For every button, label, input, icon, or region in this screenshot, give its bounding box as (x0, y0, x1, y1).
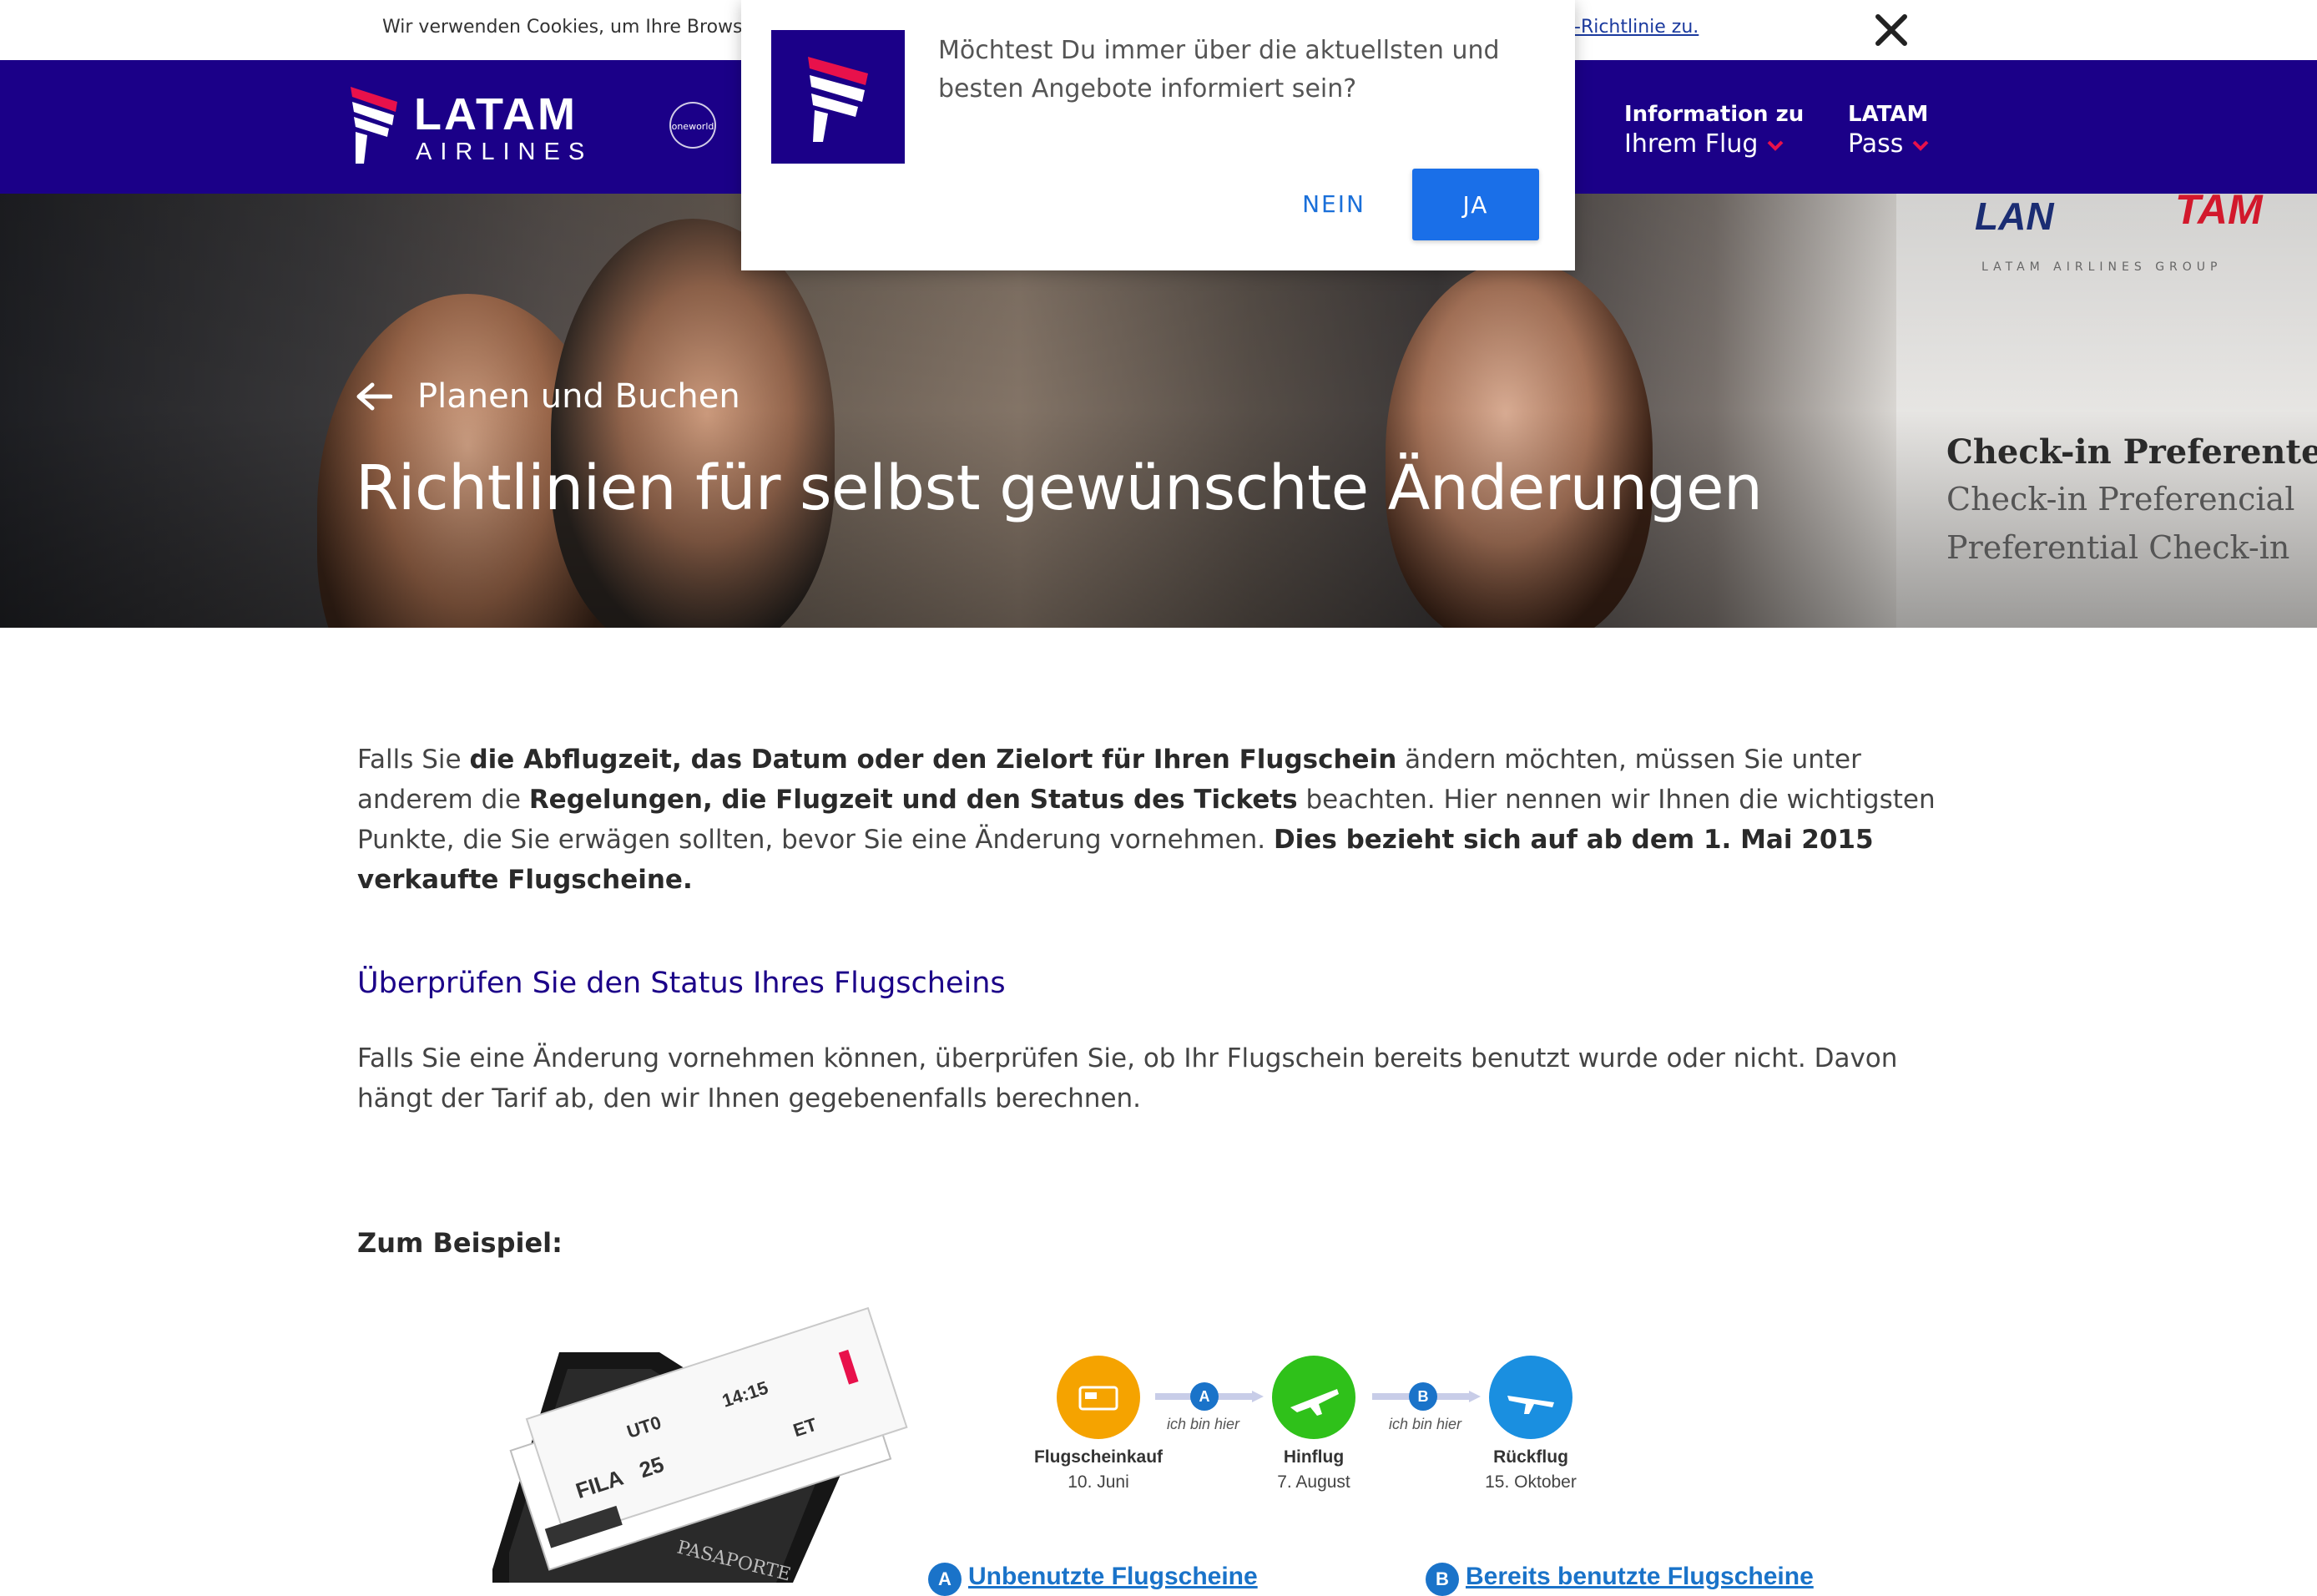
nav-flight-info[interactable]: Information zu Ihrem Flug (1624, 100, 1804, 160)
hero-sign-line: Check-in Preferencial (1946, 481, 2295, 518)
intro-bold: die Abflugzeit, das Datum oder den Zielo… (469, 745, 1397, 775)
hero-sign-line: Check-in Preferente (1946, 432, 2317, 472)
ticket-text: 25 (636, 1452, 667, 1482)
step-date: 15. Oktober (1485, 1472, 1577, 1492)
hero-sign-line: Preferential Check-in (1946, 529, 2290, 566)
close-icon[interactable] (1870, 8, 1913, 52)
ticket-text: ET (790, 1414, 820, 1442)
step-circle-fill (1057, 1356, 1140, 1439)
connector-note: ich bin hier (1389, 1416, 1462, 1432)
arrow-right-icon (1155, 1391, 1264, 1402)
step-label: Hinflug (1283, 1447, 1345, 1467)
step-return-flight-icon (1489, 1356, 1572, 1439)
nav-flight-info-line2: Ihrem Flug (1624, 129, 1759, 159)
step-outbound-flight-icon (1272, 1356, 1355, 1439)
arrow-right-icon (1372, 1391, 1481, 1402)
step-ticket-purchase-icon (1057, 1356, 1140, 1439)
connector-badge: B (1409, 1382, 1437, 1411)
decline-button[interactable]: NEIN (1265, 169, 1402, 239)
step-date: 10. Juni (1068, 1472, 1129, 1492)
legend-badge: A (928, 1563, 962, 1596)
nav-latam-pass-line1: LATAM (1848, 102, 1929, 127)
page-title: Richtlinien für selbst gewünschte Änderu… (356, 452, 1763, 524)
legend-used-tickets: Bereits benutzte Flugscheine (1466, 1563, 1814, 1590)
legend-badge: B (1426, 1563, 1459, 1596)
intro-text: Falls Sie (357, 745, 470, 775)
passport-text: PASAPORTE (675, 1538, 793, 1583)
nav-latam-pass[interactable]: LATAM Pass (1848, 100, 1930, 160)
breadcrumb[interactable]: Planen und Buchen (356, 377, 740, 416)
connector-note: ich bin hier (1167, 1416, 1240, 1432)
latam-logo-icon (351, 87, 397, 164)
legend-unused-tickets: Unbenutzte Flugscheine (968, 1563, 1258, 1590)
step-circle-fill (1272, 1356, 1355, 1439)
latam-logo-icon (771, 30, 905, 164)
ticket-text: 14:15 (719, 1377, 770, 1412)
step-date: 7. August (1277, 1472, 1350, 1492)
cookie-policy-link[interactable]: -Richtlinie zu. (1574, 17, 1699, 38)
nav-flight-info-line1: Information zu (1624, 102, 1805, 127)
example-label: Zum Beispiel: (357, 1227, 563, 1259)
arrow-left-icon (356, 382, 392, 411)
hero-sign-lan: LAN (1975, 194, 2054, 238)
logo-wordmark: LATAM (414, 89, 578, 139)
step-circle-fill (1489, 1356, 1572, 1439)
nav-latam-pass-line2: Pass (1848, 129, 1904, 159)
ticket-text: UT0 (624, 1412, 664, 1442)
section-heading: Überprüfen Sie den Status Ihres Flugsche… (357, 967, 1006, 1000)
accept-button[interactable]: JA (1412, 169, 1539, 240)
chevron-down-icon (1912, 140, 1929, 151)
cookie-banner-text: Wir verwenden Cookies, um Ihre Browser- (382, 17, 767, 38)
oneworld-badge: oneworld (669, 102, 716, 149)
hero-sign-group: LATAM AIRLINES GROUP (1981, 260, 2223, 274)
hero-sign-tam: TAM (2175, 186, 2263, 233)
section-paragraph: Falls Sie eine Änderung vornehmen können… (357, 1043, 1898, 1114)
step-label: Rückflug (1493, 1447, 1568, 1467)
logo-subtitle: AIRLINES (416, 139, 593, 165)
connector-badge: A (1190, 1382, 1219, 1411)
notification-message: Möchtest Du immer über die aktuellsten u… (938, 36, 1500, 104)
intro-paragraph: Falls Sie die Abflugzeit, das Datum oder… (357, 740, 1960, 900)
intro-bold: Regelungen, die Flugzeit und den Status … (528, 785, 1298, 815)
breadcrumb-label: Planen und Buchen (417, 377, 740, 416)
ticket-passport-image: FILA 25 UT0 14:15 ET PASAPORTE (492, 1306, 908, 1583)
step-label: Flugscheinkauf (1033, 1447, 1164, 1467)
ticket-text: FILA (573, 1465, 626, 1503)
notification-prompt: Möchtest Du immer über die aktuellsten u… (741, 0, 1575, 270)
chevron-down-icon (1767, 140, 1784, 151)
